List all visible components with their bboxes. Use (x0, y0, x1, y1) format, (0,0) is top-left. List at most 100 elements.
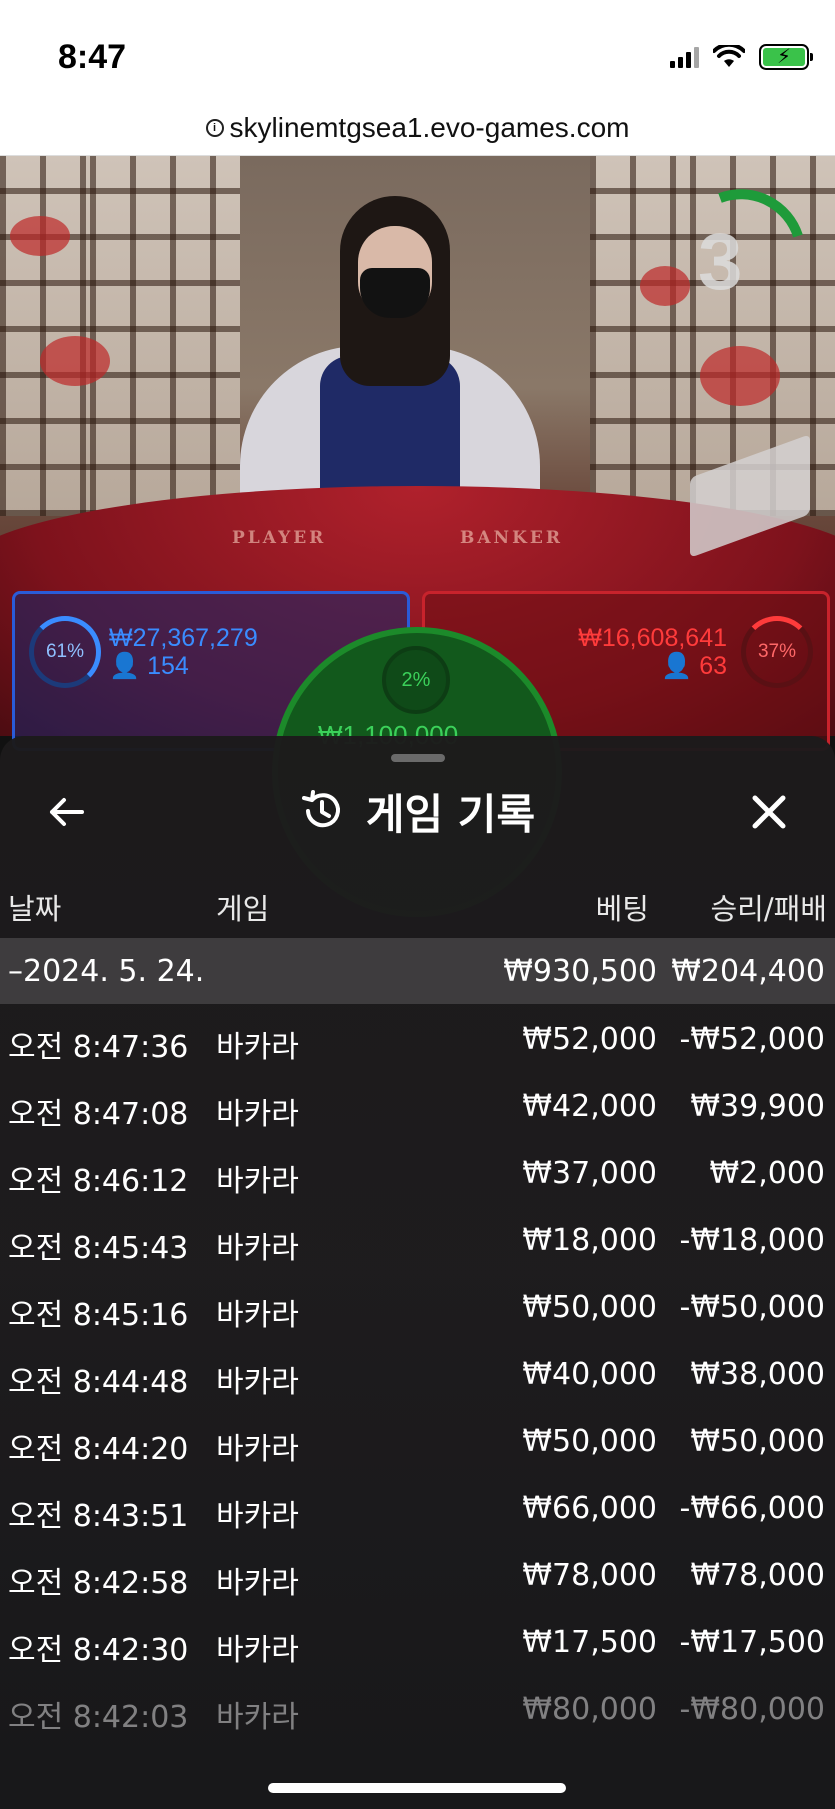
row-time: 오전 8:42:58 (8, 1566, 189, 1601)
arrow-left-icon (50, 798, 84, 826)
table-label-player: PLAYER (232, 528, 327, 548)
history-row[interactable]: 오전 8:45:16 바카라 ₩50,000 -₩50,000 (0, 1272, 835, 1339)
row-game: 바카라 (216, 1097, 299, 1132)
row-result: ₩2,000 (709, 1156, 825, 1191)
row-result: -₩17,500 (679, 1625, 825, 1660)
row-bet: ₩18,000 (522, 1223, 657, 1258)
row-result: -₩18,000 (679, 1223, 825, 1258)
player-bettor-count: 👤 154 (109, 652, 189, 681)
row-bet: ₩50,000 (522, 1290, 657, 1325)
status-icons: ⚡ (670, 44, 813, 70)
history-row[interactable]: 오전 8:42:30 바카라 ₩17,500 -₩17,500 (0, 1607, 835, 1674)
banker-bet-total: ₩16,608,641 (578, 624, 727, 652)
status-bar: 8:47 ⚡ (0, 0, 835, 100)
row-time: 오전 8:47:36 (8, 1030, 189, 1065)
status-time: 8:47 (58, 38, 127, 76)
row-game: 바카라 (216, 1231, 299, 1266)
history-row[interactable]: 오전 8:47:36 바카라 ₩52,000 -₩52,000 (0, 1004, 835, 1071)
row-game: 바카라 (216, 1432, 299, 1467)
row-bet: ₩80,000 (522, 1692, 657, 1727)
address-bar[interactable]: i skylinemtgsea1.evo-games.com (0, 100, 835, 156)
column-header-result: 승리/패배 (710, 892, 828, 926)
history-row[interactable]: 오전 8:44:20 바카라 ₩50,000 ₩50,000 (0, 1406, 835, 1473)
player-bet-total: ₩27,367,279 (109, 624, 258, 652)
row-time: 오전 8:42:30 (8, 1633, 189, 1668)
row-time: 오전 8:46:12 (8, 1164, 189, 1199)
row-game: 바카라 (216, 1566, 299, 1601)
history-row[interactable]: 오전 8:47:08 바카라 ₩42,000 ₩39,900 (0, 1071, 835, 1138)
history-row[interactable]: 오전 8:44:48 바카라 ₩40,000 ₩38,000 (0, 1339, 835, 1406)
history-icon (301, 790, 340, 828)
row-bet: ₩66,000 (522, 1491, 657, 1526)
date-group-row[interactable]: –2024. 5. 24. ₩930,500 ₩204,400 (0, 938, 835, 1004)
banker-percent-ring: 37% (741, 616, 813, 688)
row-game: 바카라 (216, 1164, 299, 1199)
blossom-decoration (40, 336, 110, 386)
wifi-icon (713, 45, 745, 67)
row-time: 오전 8:44:20 (8, 1432, 189, 1467)
person-icon: 👤 (109, 652, 141, 680)
row-bet: ₩78,000 (522, 1558, 657, 1593)
back-button[interactable] (40, 786, 92, 838)
sheet-header: 게임 기록 (0, 776, 835, 846)
row-time: 오전 8:45:43 (8, 1231, 189, 1266)
row-game: 바카라 (216, 1499, 299, 1534)
row-result: ₩39,900 (690, 1089, 825, 1124)
row-game: 바카라 (216, 1700, 299, 1735)
battery-charging-icon: ⚡ (759, 44, 813, 70)
banker-bettor-count: 👤 63 (661, 652, 727, 681)
home-indicator[interactable] (268, 1783, 566, 1793)
row-bet: ₩42,000 (522, 1089, 657, 1124)
dealer (240, 196, 540, 546)
person-icon: 👤 (661, 652, 693, 680)
cellular-signal-icon (670, 46, 699, 68)
banker-bettor-count-value: 63 (699, 652, 727, 680)
sheet-drag-handle[interactable] (391, 754, 445, 762)
game-history-sheet: 게임 기록 날짜 게임 베팅 승리/패배 –2024. 5. 24. ₩930,… (0, 736, 835, 1809)
history-rows: 오전 8:47:36 바카라 ₩52,000 -₩52,000 오전 8:47:… (0, 1004, 835, 1741)
column-header-bet: 베팅 (595, 892, 649, 926)
column-header-game: 게임 (216, 892, 270, 926)
row-game: 바카라 (216, 1298, 299, 1333)
row-bet: ₩17,500 (522, 1625, 657, 1660)
blossom-decoration (640, 266, 690, 306)
row-time: 오전 8:47:08 (8, 1097, 189, 1132)
blossom-decoration (700, 346, 780, 406)
close-icon (752, 795, 786, 829)
decorative-screen-center-left (90, 156, 240, 516)
history-row[interactable]: 오전 8:43:51 바카라 ₩66,000 -₩66,000 (0, 1473, 835, 1540)
history-row[interactable]: 오전 8:42:03 바카라 ₩80,000 -₩80,000 (0, 1674, 835, 1741)
date-group-result-total: ₩204,400 (671, 953, 825, 989)
history-row[interactable]: 오전 8:45:43 바카라 ₩18,000 -₩18,000 (0, 1205, 835, 1272)
row-result: -₩80,000 (679, 1692, 825, 1727)
row-result: -₩52,000 (679, 1022, 825, 1057)
player-bettor-count-value: 154 (147, 652, 189, 680)
close-button[interactable] (743, 786, 795, 838)
player-percent-ring: 61% (29, 616, 101, 688)
history-row[interactable]: 오전 8:46:12 바카라 ₩37,000 ₩2,000 (0, 1138, 835, 1205)
row-game: 바카라 (216, 1365, 299, 1400)
row-time: 오전 8:43:51 (8, 1499, 189, 1534)
row-game: 바카라 (216, 1030, 299, 1065)
history-row[interactable]: 오전 8:42:58 바카라 ₩78,000 ₩78,000 (0, 1540, 835, 1607)
row-result: -₩66,000 (679, 1491, 825, 1526)
date-group-date: –2024. 5. 24. (8, 953, 205, 989)
sheet-title: 게임 기록 (365, 789, 536, 839)
row-time: 오전 8:44:48 (8, 1365, 189, 1400)
row-result: ₩38,000 (690, 1357, 825, 1392)
row-time: 오전 8:45:16 (8, 1298, 189, 1333)
countdown-timer: 3 (698, 217, 743, 306)
row-time: 오전 8:42:03 (8, 1700, 189, 1735)
row-game: 바카라 (216, 1633, 299, 1668)
row-result: ₩78,000 (690, 1558, 825, 1593)
row-bet: ₩52,000 (522, 1022, 657, 1057)
row-bet: ₩50,000 (522, 1424, 657, 1459)
row-result: ₩50,000 (690, 1424, 825, 1459)
info-icon[interactable]: i (205, 118, 224, 137)
row-bet: ₩37,000 (522, 1156, 657, 1191)
url-text: skylinemtgsea1.evo-games.com (229, 111, 630, 143)
table-label-banker: BANKER (460, 528, 563, 548)
blossom-decoration (10, 216, 70, 256)
row-bet: ₩40,000 (522, 1357, 657, 1392)
tie-percent-ring: 2% (382, 646, 450, 714)
